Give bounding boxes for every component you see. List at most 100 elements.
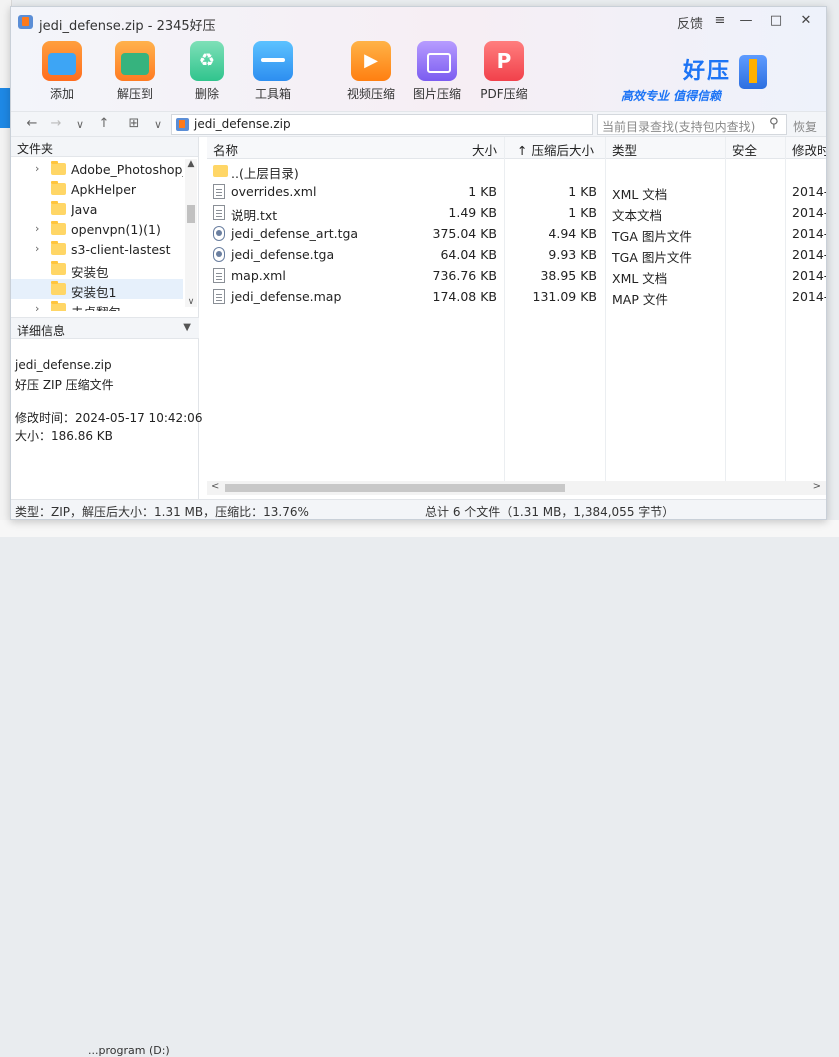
maximize-icon[interactable]: □ (765, 13, 787, 28)
file-compressed-size: 38.95 KB (540, 268, 597, 283)
folder-icon (51, 181, 66, 195)
scrollbar-thumb[interactable] (225, 484, 565, 492)
search-icon[interactable]: ⚲ (769, 116, 779, 131)
tree-item-s3-client[interactable]: › s3-client-lastest (11, 239, 183, 259)
expand-chevron-icon[interactable]: › (35, 162, 39, 175)
menu-icon[interactable]: ≡ (709, 13, 731, 28)
expand-chevron-icon[interactable]: › (35, 242, 39, 255)
file-name: jedi_defense_art.tga (231, 226, 359, 241)
video-compress-label: 视频压缩 (346, 87, 395, 101)
column-type[interactable]: 类型 (612, 140, 637, 159)
search-input[interactable]: 当前目录查找(支持包内查找) (597, 114, 787, 135)
file-type: 文本文档 (612, 208, 663, 223)
view-mode-icon[interactable]: ⊞ (125, 116, 143, 131)
file-type: TGA 图片文件 (612, 250, 692, 265)
scroll-up-icon[interactable]: ▲ (185, 159, 197, 169)
view-mode-dropdown-icon[interactable]: ∨ (149, 118, 167, 131)
pdf-compress-label: PDF压缩 (480, 87, 528, 101)
folder-icon (51, 221, 66, 235)
window-title: jedi_defense.zip - 2345好压 (39, 19, 216, 34)
file-row[interactable]: jedi_defense_art.tga 375.04 KB 4.94 KB T… (207, 223, 827, 244)
minimize-icon[interactable]: — (735, 13, 757, 28)
folder-icon (51, 241, 66, 255)
file-row[interactable]: map.xml 736.76 KB 38.95 KB XML 文档 2014- (207, 265, 826, 286)
expand-chevron-icon[interactable]: › (35, 222, 39, 235)
add-label: 添加 (49, 87, 74, 101)
scroll-left-icon[interactable]: < (211, 481, 219, 492)
file-modified: 2014- (792, 226, 827, 241)
brand-name: 好压 (683, 59, 732, 84)
video-play-icon (351, 41, 391, 81)
address-path: jedi_defense.zip (194, 117, 291, 131)
scrollbar-thumb[interactable] (187, 205, 195, 223)
file-row[interactable]: jedi_defense.map 174.08 KB 131.09 KB MAP… (207, 286, 827, 307)
video-compress-button[interactable]: 视频压缩 (341, 41, 401, 107)
tree-item-adobe-photoshop[interactable]: › Adobe_Photoshop_ (11, 159, 183, 179)
tree-item-java[interactable]: Java (11, 199, 183, 219)
file-modified: 2014- (792, 184, 827, 199)
reset-button[interactable]: 恢复 (793, 118, 817, 135)
file-type: XML 文档 (612, 187, 668, 202)
image-icon (417, 41, 457, 81)
image-file-icon (213, 226, 225, 241)
close-icon[interactable]: ✕ (795, 13, 817, 28)
back-icon[interactable]: ← (23, 116, 41, 131)
pdf-icon (484, 41, 524, 81)
file-size: 64.04 KB (440, 247, 497, 262)
tree-item-installer[interactable]: 安装包 (11, 259, 183, 280)
status-archive-info: 类型：ZIP，解压后大小：1.31 MB，压缩比：13.76% (15, 505, 309, 519)
tree-item-label: ApkHelper (71, 182, 137, 197)
scroll-down-icon[interactable]: ∨ (185, 297, 197, 307)
add-button[interactable]: 添加 (32, 41, 92, 107)
file-row[interactable]: 说明.txt 1.49 KB 1 KB 文本文档 2014- (207, 202, 826, 223)
folder-tree-scrollbar[interactable]: ▲ ∨ (185, 159, 197, 307)
haozip-window: jedi_defense.zip - 2345好压 反馈 ≡ — □ ✕ 添加 … (10, 6, 827, 520)
tree-item-partial[interactable]: › 去卓翻包 (11, 299, 183, 311)
file-list-horizontal-scrollbar[interactable]: < > (207, 481, 826, 495)
status-total-info: 总计 6 个文件（1.31 MB，1,384,055 字节） (425, 505, 675, 519)
column-size[interactable]: 大小 (407, 140, 497, 159)
brand-slogan: 高效专业 值得信赖 (621, 89, 722, 103)
column-name[interactable]: 名称 (213, 140, 238, 159)
file-type: TGA 图片文件 (612, 229, 692, 244)
feedback-button[interactable]: 反馈 (675, 13, 705, 32)
file-modified: 2014- (792, 289, 827, 304)
file-modified: 2014- (792, 247, 827, 262)
file-row[interactable]: jedi_defense.tga 64.04 KB 9.93 KB TGA 图片… (207, 244, 827, 265)
column-compressed-size[interactable]: ↑ 压缩后大小 (517, 140, 594, 159)
details-header[interactable]: 详细信息 ▼ (11, 317, 199, 339)
extract-button[interactable]: 解压到 (105, 41, 165, 107)
expand-chevron-icon[interactable]: › (35, 302, 39, 311)
delete-button[interactable]: 删除 (177, 41, 237, 107)
toolbox-label: 工具箱 (254, 87, 291, 101)
file-row[interactable]: overrides.xml 1 KB 1 KB XML 文档 2014- (207, 181, 827, 202)
background-drive-label: ...program (D:) (88, 1044, 170, 1057)
details-header-label: 详细信息 (17, 324, 66, 338)
file-name: jedi_defense.map (231, 289, 342, 304)
address-bar[interactable]: jedi_defense.zip (171, 114, 593, 135)
delete-label: 删除 (194, 87, 219, 101)
details-modified: 修改时间：2024-05-17 10:42:06 (15, 411, 203, 425)
scroll-right-icon[interactable]: > (813, 481, 821, 492)
file-row-parent[interactable]: ..(上层目录) (207, 160, 826, 181)
tree-item-apkhelper[interactable]: ApkHelper (11, 179, 183, 199)
pdf-compress-button[interactable]: PDF压缩 (474, 41, 534, 107)
tree-item-installer-1[interactable]: 安装包1 (11, 279, 183, 300)
toolbox-button[interactable]: 工具箱 (243, 41, 303, 107)
forward-icon[interactable]: → (47, 116, 65, 131)
tree-item-label: openvpn(1)(1) (71, 222, 161, 237)
up-folder-icon[interactable]: ↑ (95, 116, 113, 131)
background-accent-strip (0, 88, 10, 128)
add-archive-icon (42, 41, 82, 81)
column-modified[interactable]: 修改时 (792, 140, 826, 159)
image-compress-button[interactable]: 图片压缩 (407, 41, 467, 107)
image-compress-label: 图片压缩 (412, 87, 461, 101)
file-size: 375.04 KB (432, 226, 497, 241)
titlebar: jedi_defense.zip - 2345好压 反馈 ≡ — □ ✕ (11, 7, 826, 37)
details-filename: jedi_defense.zip (15, 358, 112, 372)
column-security[interactable]: 安全 (732, 140, 757, 159)
collapse-dropdown-icon[interactable]: ▼ (183, 322, 191, 333)
history-dropdown-icon[interactable]: ∨ (71, 118, 89, 131)
details-filetype: 好压 ZIP 压缩文件 (15, 378, 114, 392)
tree-item-openvpn[interactable]: › openvpn(1)(1) (11, 219, 183, 239)
